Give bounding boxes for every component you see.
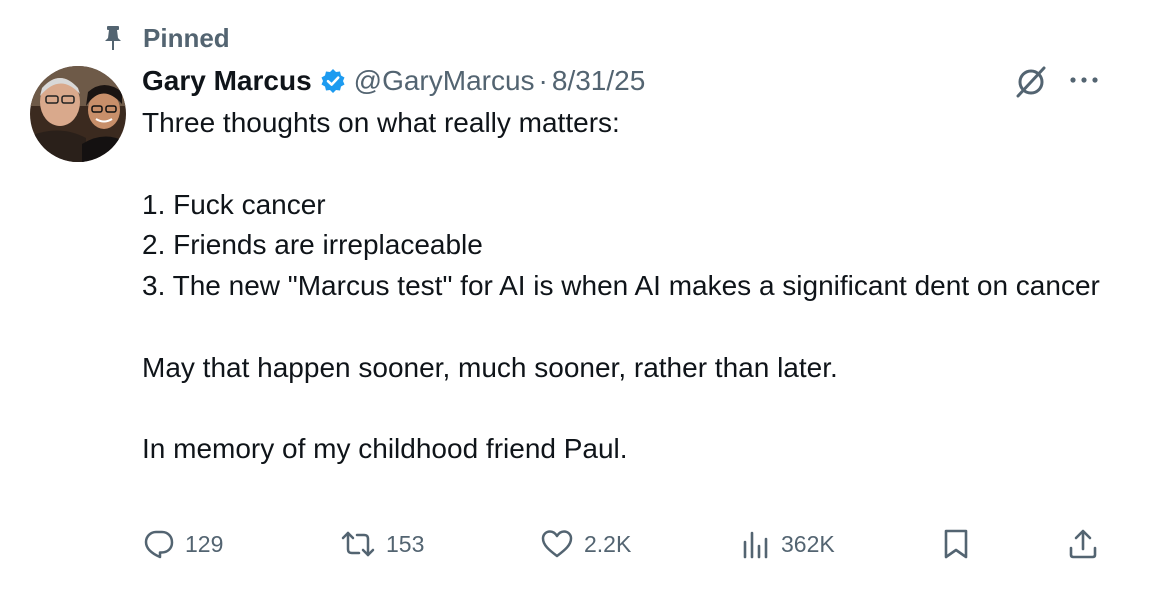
reply-icon <box>143 528 175 560</box>
like-icon <box>540 528 574 560</box>
tweet-line: May that happen sooner, much sooner, rat… <box>142 351 838 383</box>
tweet-line: 1. Fuck cancer <box>142 188 326 220</box>
pin-icon <box>103 24 125 52</box>
repost-count: 153 <box>386 530 425 557</box>
header-separator: · <box>538 65 548 96</box>
bookmark-icon <box>941 528 971 560</box>
tweet-line: 3. The new "Marcus test" for AI is when … <box>142 270 1100 302</box>
tweet-header: Gary Marcus @GaryMarcus · 8/31/25 <box>142 61 645 101</box>
views-count: 362K <box>781 530 835 557</box>
pinned-label: Pinned <box>143 22 230 53</box>
tweet-text: Three thoughts on what really matters: 1… <box>142 103 1112 470</box>
paragraph-break <box>142 307 1112 348</box>
pinned-indicator: Pinned <box>103 22 230 54</box>
share-icon <box>1067 528 1099 560</box>
tweet-date[interactable]: 8/31/25 <box>552 65 645 97</box>
views-icon <box>741 528 771 560</box>
like-count: 2.2K <box>584 530 632 557</box>
views-button[interactable]: 362K <box>741 522 835 566</box>
reply-count: 129 <box>185 530 224 557</box>
repost-button[interactable]: 153 <box>340 522 424 566</box>
tweet-line: 2. Friends are irreplaceable <box>142 229 483 261</box>
tweet-line: Three thoughts on what really matters: <box>142 107 620 138</box>
verified-icon[interactable] <box>320 68 346 94</box>
avatar[interactable] <box>30 66 126 162</box>
more-icon[interactable] <box>1066 66 1102 94</box>
paragraph-break <box>142 389 1112 430</box>
paragraph-break <box>142 144 1112 185</box>
action-bar: 129 153 2.2K 362K <box>0 522 1153 566</box>
author-handle[interactable]: @GaryMarcus <box>354 65 535 97</box>
repost-icon <box>340 528 376 560</box>
like-button[interactable]: 2.2K <box>540 522 631 566</box>
tweet-line: In memory of my childhood friend Paul. <box>142 433 628 465</box>
bookmark-button[interactable] <box>941 522 971 566</box>
author-name[interactable]: Gary Marcus <box>142 65 312 97</box>
reply-button[interactable]: 129 <box>143 522 223 566</box>
grok-icon[interactable] <box>1013 64 1049 100</box>
share-button[interactable] <box>1067 522 1099 566</box>
